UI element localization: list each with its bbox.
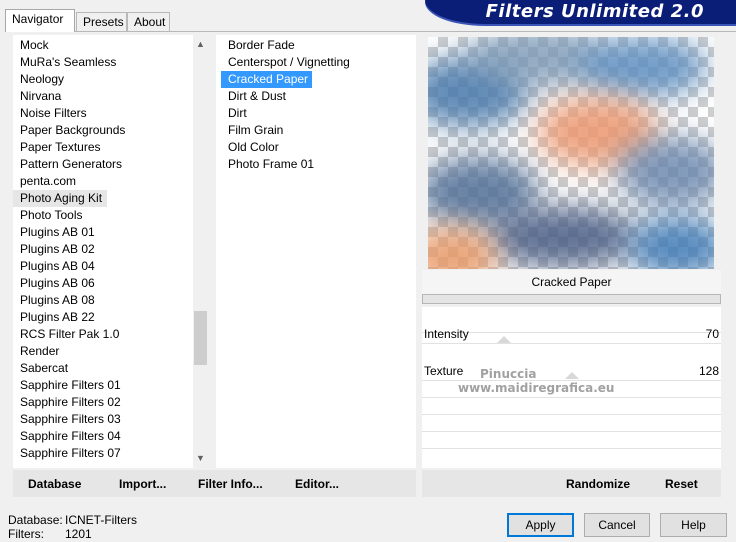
control-row-empty-5 xyxy=(422,415,721,432)
preview-toolbar: Randomize Reset xyxy=(422,470,721,497)
category-item[interactable]: Noise Filters xyxy=(13,105,87,122)
scroll-down-arrow-icon[interactable]: ▼ xyxy=(193,451,208,466)
category-item[interactable]: penta.com xyxy=(13,173,76,190)
filter-item[interactable]: Centerspot / Vignetting xyxy=(221,54,350,71)
list-toolbar: Database Import... Filter Info... Editor… xyxy=(13,470,416,497)
category-item[interactable]: Plugins AB 22 xyxy=(13,309,95,326)
category-item[interactable]: Photo Aging Kit xyxy=(13,190,108,207)
preview-image xyxy=(428,37,714,269)
filter-item[interactable]: Border Fade xyxy=(221,37,295,54)
category-item[interactable]: Sapphire Filters 07 xyxy=(13,445,121,462)
watermark-line1: Pinuccia xyxy=(480,367,537,381)
control-row-empty-4 xyxy=(422,398,721,415)
category-item[interactable]: Sapphire Filters 01 xyxy=(13,377,121,394)
category-list[interactable]: Mock MuRa's Seamless Neology Nirvana Noise F… xyxy=(13,35,208,468)
database-button[interactable]: Database xyxy=(28,477,81,491)
category-item[interactable]: Neology xyxy=(13,71,64,88)
cancel-button[interactable]: Cancel xyxy=(584,513,650,537)
filter-item[interactable]: Old Color xyxy=(221,139,279,156)
texture-value: 128 xyxy=(698,364,719,378)
category-item[interactable]: Plugins AB 04 xyxy=(13,258,95,275)
randomize-button[interactable]: Randomize xyxy=(566,477,630,491)
control-row-empty-6 xyxy=(422,432,721,449)
category-item[interactable]: Plugins AB 02 xyxy=(13,241,95,258)
category-item[interactable]: Render xyxy=(13,343,59,360)
database-label: Database: xyxy=(8,513,63,527)
category-item[interactable]: Sabercat xyxy=(13,360,68,377)
preview-divider-bar xyxy=(422,294,721,304)
filter-item[interactable]: Dirt & Dust xyxy=(221,88,286,105)
filter-info-button[interactable]: Filter Info... xyxy=(198,477,263,491)
filter-item[interactable]: Cracked Paper xyxy=(221,71,313,88)
category-item[interactable]: Photo Tools xyxy=(13,207,83,224)
category-item[interactable]: Paper Textures xyxy=(13,139,101,156)
category-item[interactable]: Sapphire Filters 03 xyxy=(13,411,121,428)
category-scrollbar[interactable]: ▲ ▼ xyxy=(193,35,208,468)
banner-title: Filters Unlimited 2.0 xyxy=(485,1,704,22)
apply-button[interactable]: Apply xyxy=(507,513,574,537)
category-item[interactable]: RCS Filter Pak 1.0 xyxy=(13,326,119,343)
category-item[interactable]: Sapphire Filters 02 xyxy=(13,394,121,411)
filters-label: Filters: xyxy=(8,527,44,541)
category-item[interactable]: Nirvana xyxy=(13,88,61,105)
category-item[interactable]: Sapphire Filters 04 xyxy=(13,428,121,445)
filter-item[interactable]: Film Grain xyxy=(221,122,283,139)
scroll-up-arrow-icon[interactable]: ▲ xyxy=(193,37,208,52)
intensity-value: 70 xyxy=(705,327,719,341)
watermark: Pinuccia www.maidiregrafica.eu xyxy=(458,367,614,395)
watermark-line2: www.maidiregrafica.eu xyxy=(458,381,615,395)
tab-presets[interactable]: Presets xyxy=(76,12,127,31)
database-value: ICNET-Filters xyxy=(65,513,137,527)
category-item[interactable]: MuRa's Seamless xyxy=(13,54,116,71)
tab-divider xyxy=(5,31,736,32)
category-item[interactable]: Plugins AB 08 xyxy=(13,292,95,309)
filter-controls: Intensity 70 Texture 128 Pinuccia www.ma… xyxy=(422,307,721,468)
reset-button[interactable]: Reset xyxy=(665,477,698,491)
title-banner: Filters Unlimited 2.0 xyxy=(425,0,736,24)
category-item[interactable]: Paper Backgrounds xyxy=(13,122,125,139)
category-item[interactable]: Pattern Generators xyxy=(13,156,122,173)
control-row-intensity[interactable]: Intensity 70 xyxy=(422,307,721,344)
intensity-slider-thumb[interactable] xyxy=(497,336,511,343)
filter-item[interactable]: Photo Frame 01 xyxy=(221,156,314,173)
intensity-label: Intensity xyxy=(424,327,469,341)
category-item[interactable]: Mock xyxy=(13,37,49,54)
tab-about[interactable]: About xyxy=(127,12,170,31)
help-button[interactable]: Help xyxy=(660,513,727,537)
scrollbar-thumb[interactable] xyxy=(194,311,207,365)
tab-navigator[interactable]: Navigator xyxy=(5,9,75,32)
filter-list[interactable]: Border Fade Centerspot / Vignetting Cracke… xyxy=(216,35,416,468)
status-info: Database: ICNET-Filters Filters: 1201 xyxy=(8,513,137,541)
filter-item[interactable]: Dirt xyxy=(221,105,247,122)
filters-count: 1201 xyxy=(65,527,92,541)
preview-filter-name: Cracked Paper xyxy=(422,270,721,294)
category-item[interactable]: Plugins AB 06 xyxy=(13,275,95,292)
category-item[interactable]: Plugins AB 01 xyxy=(13,224,95,241)
editor-button[interactable]: Editor... xyxy=(295,477,339,491)
import-button[interactable]: Import... xyxy=(119,477,166,491)
